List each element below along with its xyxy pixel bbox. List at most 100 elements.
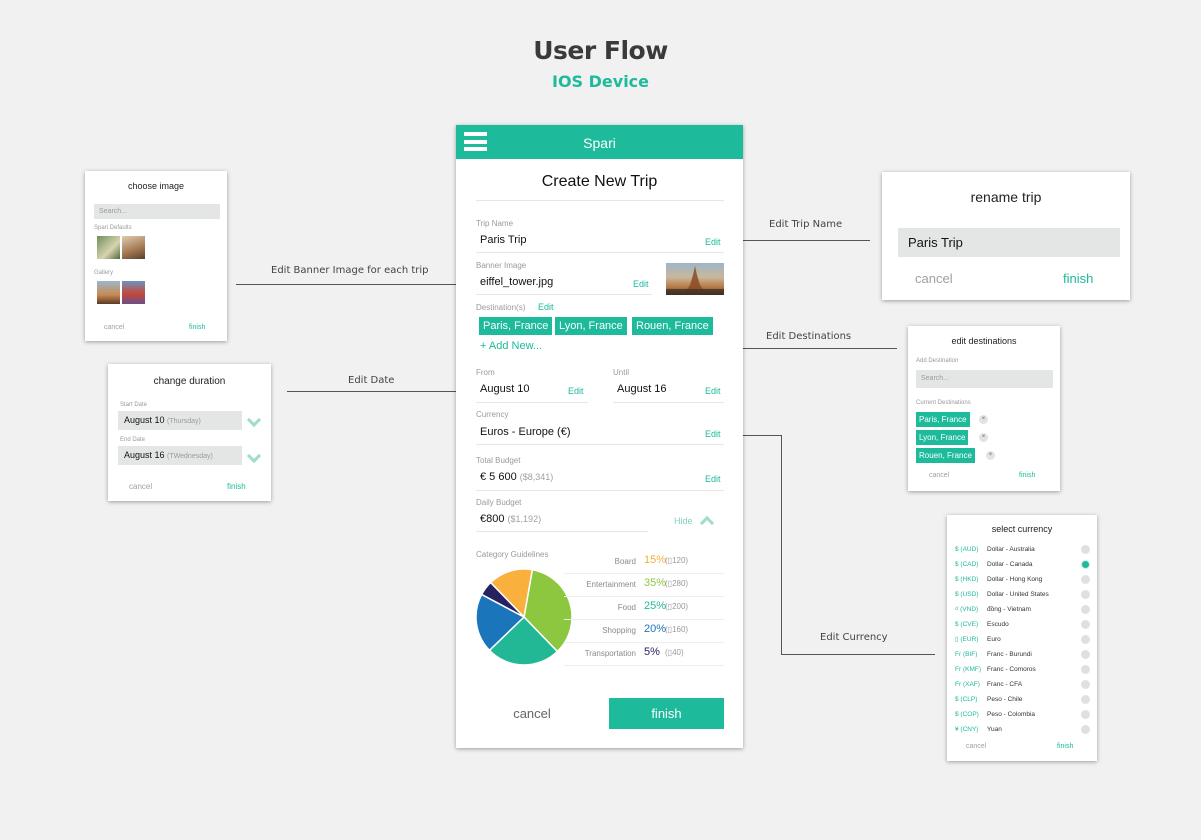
radio-button[interactable] bbox=[1081, 560, 1090, 569]
default-image-thumbnail[interactable] bbox=[97, 236, 120, 259]
end-date-day: (TWednesday) bbox=[167, 453, 213, 460]
category-name: Food bbox=[617, 603, 636, 612]
radio-button[interactable] bbox=[1081, 710, 1090, 719]
currency-option[interactable]: ¥ (CNY) Yuan bbox=[955, 722, 1090, 737]
category-name: Board bbox=[614, 557, 636, 566]
currency-option[interactable]: $ (CVE) Escudo bbox=[955, 617, 1090, 632]
currency-option[interactable]: $ (CLP) Peso - Chile bbox=[955, 692, 1090, 707]
daily-budget-hide-link[interactable]: Hide bbox=[674, 516, 693, 526]
radio-button[interactable] bbox=[1081, 575, 1090, 584]
destination-chip[interactable]: Paris, France bbox=[479, 317, 553, 335]
add-destination-link[interactable]: + Add New... bbox=[480, 340, 542, 352]
currency-name: Franc - CFA bbox=[987, 681, 1023, 688]
cancel-button[interactable]: cancel bbox=[104, 324, 124, 331]
radio-button[interactable] bbox=[1081, 545, 1090, 554]
modal-title: select currency bbox=[991, 524, 1053, 534]
default-image-thumbnail[interactable] bbox=[122, 236, 145, 259]
chevron-down-icon[interactable] bbox=[246, 448, 262, 464]
category-name: Shopping bbox=[602, 626, 636, 635]
finish-button[interactable]: finish bbox=[1057, 743, 1073, 750]
destination-chip[interactable]: Rouen, France bbox=[632, 317, 713, 335]
category-percent: 35% bbox=[644, 577, 667, 589]
cancel-button[interactable]: cancel bbox=[915, 271, 953, 286]
chevron-down-icon[interactable] bbox=[246, 412, 262, 428]
currency-option[interactable]: Fr (BIF) Franc - Burundi bbox=[955, 647, 1090, 662]
radio-button[interactable] bbox=[1081, 665, 1090, 674]
gallery-image-thumbnail[interactable] bbox=[97, 281, 120, 304]
remove-icon[interactable]: × bbox=[986, 451, 995, 460]
radio-button[interactable] bbox=[1081, 695, 1090, 704]
connector-label-currency: Edit Currency bbox=[820, 632, 888, 643]
currency-option[interactable]: $ (HKD) Dollar - Hong Kong bbox=[955, 572, 1090, 587]
trip-name-label: Trip Name bbox=[476, 219, 514, 228]
image-search-input[interactable]: Search... bbox=[94, 204, 220, 219]
category-amount: (▯160) bbox=[665, 625, 689, 634]
destination-chip[interactable]: Paris, France bbox=[916, 412, 970, 427]
destination-chip[interactable]: Rouen, France bbox=[916, 448, 975, 463]
eiffel-tower-image[interactable] bbox=[666, 263, 724, 295]
cancel-button[interactable]: cancel bbox=[966, 743, 986, 750]
cancel-button[interactable]: cancel bbox=[929, 472, 949, 479]
radio-button[interactable] bbox=[1081, 620, 1090, 629]
radio-button[interactable] bbox=[1081, 590, 1090, 599]
from-label: From bbox=[476, 368, 495, 377]
currency-name: Yuan bbox=[987, 726, 1002, 733]
total-budget-edit-link[interactable]: Edit bbox=[705, 474, 721, 484]
trip-name-input[interactable]: Paris Trip bbox=[898, 228, 1120, 257]
currency-name: Franc - Burundi bbox=[987, 651, 1032, 658]
connector-trip-name-line bbox=[733, 240, 870, 241]
chevron-up-icon[interactable] bbox=[699, 515, 715, 531]
currency-code: $ (CVE) bbox=[955, 621, 979, 628]
destination-chip[interactable]: Lyon, France bbox=[555, 317, 627, 335]
finish-button[interactable]: finish bbox=[227, 482, 246, 491]
category-row: Shopping 20% (▯160) bbox=[564, 621, 724, 643]
finish-button[interactable]: finish bbox=[609, 698, 724, 729]
start-date-select[interactable]: August 10 (Thursday) bbox=[118, 411, 242, 430]
modal-title: choose image bbox=[127, 181, 185, 191]
from-edit-link[interactable]: Edit bbox=[568, 386, 584, 396]
modal-title: change duration bbox=[153, 376, 226, 387]
select-currency-modal: select currency $ (AUD) Dollar - Australi… bbox=[947, 515, 1097, 761]
trip-name-edit-link[interactable]: Edit bbox=[705, 237, 721, 247]
destination-chip[interactable]: Lyon, France bbox=[916, 430, 969, 445]
connector-label-banner: Edit Banner Image for each trip bbox=[271, 265, 429, 276]
finish-button[interactable]: finish bbox=[189, 324, 205, 331]
divider bbox=[476, 490, 724, 491]
radio-button[interactable] bbox=[1081, 680, 1090, 689]
destination-search-input[interactable]: Search... bbox=[916, 370, 1053, 388]
app-name: Spari bbox=[583, 135, 616, 151]
currency-option[interactable]: $ (CAD) Dollar - Canada bbox=[955, 557, 1090, 572]
currency-option[interactable]: $ (USD) Dollar - United States bbox=[955, 587, 1090, 602]
currency-option[interactable]: $ (COP) Peso - Colombia bbox=[955, 707, 1090, 722]
modal-title: edit destinations bbox=[951, 336, 1017, 346]
radio-button[interactable] bbox=[1081, 725, 1090, 734]
radio-button[interactable] bbox=[1081, 650, 1090, 659]
gallery-image-thumbnail[interactable] bbox=[122, 281, 145, 304]
radio-button[interactable] bbox=[1081, 605, 1090, 614]
end-date-select[interactable]: August 16 (TWednesday) bbox=[118, 446, 242, 465]
currency-code: $ (CAD) bbox=[955, 561, 979, 568]
currency-option[interactable]: ▯ (EUR) Euro bbox=[955, 632, 1090, 647]
connector-banner-line bbox=[236, 284, 479, 285]
cancel-button[interactable]: cancel bbox=[129, 482, 152, 491]
remove-icon[interactable]: × bbox=[979, 433, 988, 442]
currency-code: $ (AUD) bbox=[955, 546, 979, 553]
destinations-edit-link[interactable]: Edit bbox=[538, 302, 554, 312]
cancel-button[interactable]: cancel bbox=[496, 706, 568, 721]
finish-button[interactable]: finish bbox=[1063, 271, 1093, 286]
currency-option[interactable]: ₫ (VND) đồng - Vietnam bbox=[955, 602, 1090, 617]
currency-option[interactable]: Fr (KMF) Franc - Comoros bbox=[955, 662, 1090, 677]
currency-value: Euros - Europe (€) bbox=[480, 426, 571, 438]
currency-option[interactable]: Fr (XAF) Franc - CFA bbox=[955, 677, 1090, 692]
currency-name: Peso - Chile bbox=[987, 696, 1023, 703]
finish-button[interactable]: finish bbox=[1019, 472, 1035, 479]
currency-option[interactable]: $ (AUD) Dollar - Australia bbox=[955, 542, 1090, 557]
currency-edit-link[interactable]: Edit bbox=[705, 429, 721, 439]
category-row: Food 25% (▯200) bbox=[564, 598, 724, 620]
divider bbox=[476, 200, 724, 201]
remove-icon[interactable]: × bbox=[979, 415, 988, 424]
until-edit-link[interactable]: Edit bbox=[705, 386, 721, 396]
banner-image-edit-link[interactable]: Edit bbox=[633, 279, 649, 289]
currency-code: ▯ (EUR) bbox=[955, 636, 979, 643]
radio-button[interactable] bbox=[1081, 635, 1090, 644]
